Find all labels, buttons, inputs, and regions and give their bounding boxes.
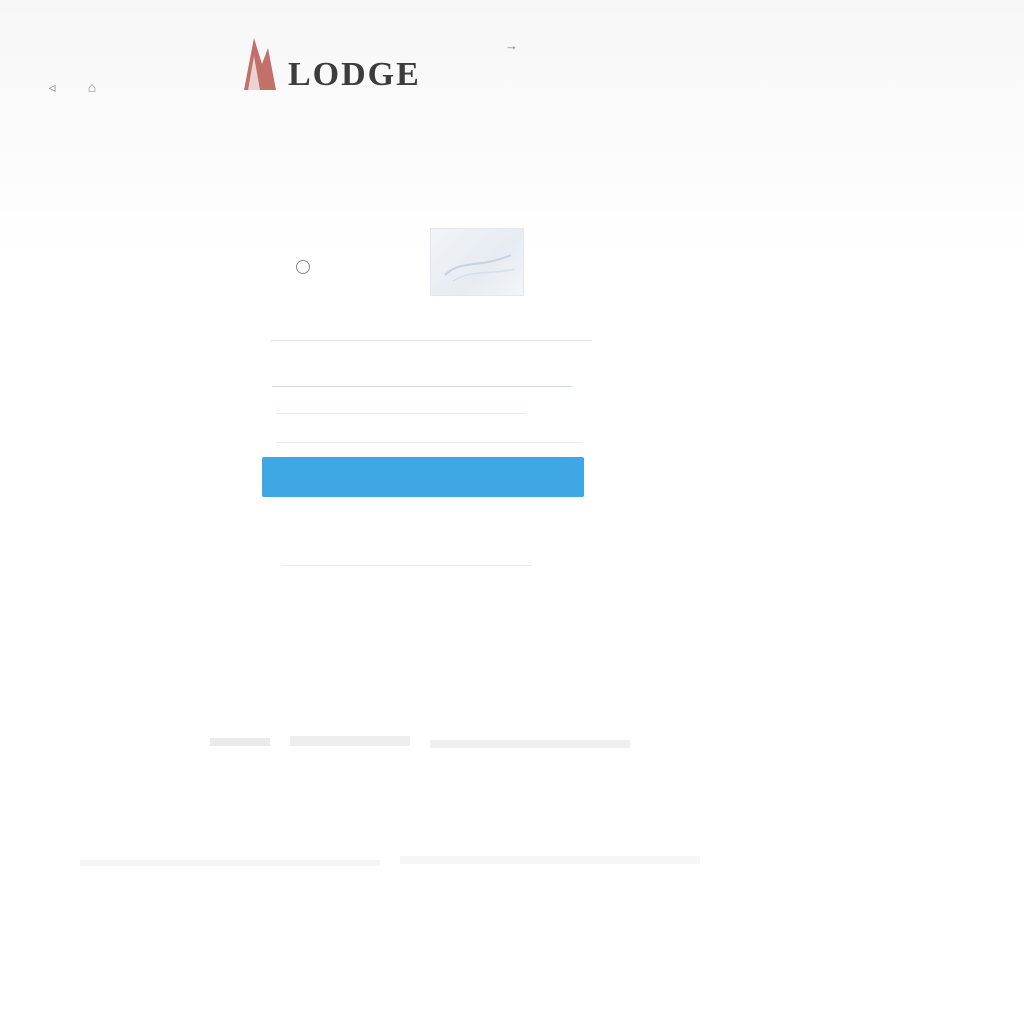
brand-title: LODGE [288,56,421,93]
brand-link-icon[interactable]: → [505,38,518,53]
brand: LODGE [240,30,421,94]
divider [270,340,592,341]
divider [276,442,582,443]
image-thumbnail-graphic [444,254,516,282]
input-underline [276,413,526,414]
submit-button[interactable] [262,457,584,497]
top-bar: ◃ ⌂ LODGE → [0,0,1024,130]
login-form [262,318,592,566]
image-thumbnail[interactable] [430,228,524,296]
divider [282,565,532,566]
brand-logo-icon [244,38,276,90]
back-icon[interactable]: ◃ [44,80,60,94]
nav-icons: ◃ ⌂ [44,80,100,94]
home-icon[interactable]: ⌂ [84,80,100,94]
text-input[interactable] [272,363,572,387]
login-page: ◃ ⌂ LODGE → [0,0,1024,1024]
radio-icon[interactable] [296,260,310,274]
footer-background [80,736,700,866]
media-row [290,222,530,298]
